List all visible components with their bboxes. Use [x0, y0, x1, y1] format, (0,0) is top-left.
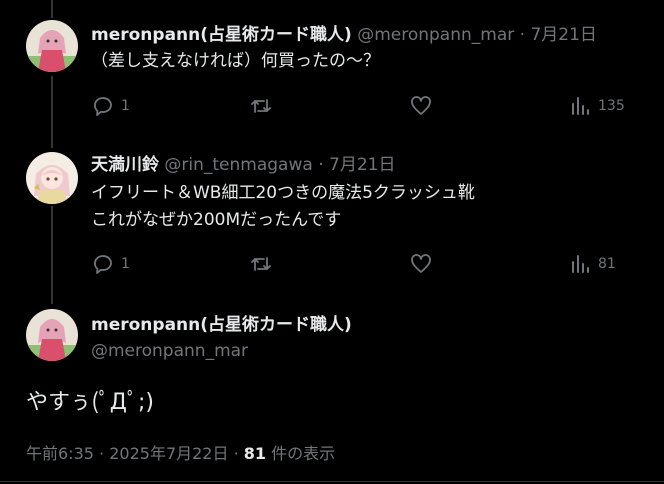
display-name[interactable]: meronpann(占星術カード職人) — [91, 25, 352, 45]
like-button[interactable] — [409, 252, 433, 276]
retweet-button[interactable] — [249, 94, 273, 118]
avatar[interactable] — [26, 309, 78, 361]
retweet-button[interactable] — [249, 252, 273, 276]
views-count: 81 — [243, 444, 267, 463]
views-button[interactable]: 81 — [568, 252, 616, 276]
retweet-icon — [251, 99, 271, 113]
tweet-header: meronpann(占星術カード職人) @meronpann_mar · 7月2… — [91, 24, 597, 46]
avatar[interactable] — [26, 152, 78, 204]
tweet-actions: 1 135 — [91, 94, 631, 118]
reply-icon — [94, 97, 112, 116]
views-button[interactable]: 135 — [568, 94, 625, 118]
user-handle[interactable]: @rin_tenmagawa — [164, 155, 312, 175]
tweet-time[interactable]: 午前6:35 — [26, 444, 94, 463]
views-count: 135 — [598, 98, 625, 114]
views-icon — [572, 255, 589, 273]
thread-line-2 — [51, 206, 53, 304]
views-label: 件の表示 — [271, 444, 336, 463]
separator: · — [318, 155, 324, 175]
thread-line-top — [51, 0, 53, 18]
reply-icon — [94, 255, 112, 274]
tweet-text-line-1: イフリート＆WB細工20つきの魔法5クラッシュ靴 — [91, 183, 475, 203]
reply-count: 1 — [121, 256, 130, 272]
like-icon — [411, 96, 431, 115]
tweet-date[interactable]: 2025年7月22日 — [109, 444, 228, 463]
tweet-text-line-2: これがなぜか200Mだったんです — [91, 210, 342, 230]
tweet-date[interactable]: 7月21日 — [329, 155, 395, 175]
retweet-icon — [251, 257, 271, 271]
divider — [0, 481, 664, 482]
tweet-header: meronpann(占星術カード職人) — [91, 314, 352, 336]
tweet-actions: 1 81 — [91, 252, 631, 276]
thread-line-1 — [51, 76, 53, 148]
reply-button[interactable]: 1 — [91, 252, 130, 276]
views-icon — [572, 97, 589, 115]
separator: · — [99, 444, 105, 463]
views-count: 81 — [598, 256, 616, 272]
separator: · — [519, 25, 526, 45]
like-icon — [411, 254, 431, 273]
reply-count: 1 — [121, 98, 130, 114]
user-handle[interactable]: @meronpann_mar — [91, 341, 248, 361]
like-button[interactable] — [409, 94, 433, 118]
tweet-date[interactable]: 7月21日 — [530, 25, 596, 45]
tweet-timestamp: 午前6:35 · 2025年7月22日 · 81 件の表示 — [26, 440, 335, 464]
tweet-text: やすぅ(ﾟДﾟ;) — [26, 390, 154, 415]
avatar[interactable] — [26, 20, 78, 72]
reply-button[interactable]: 1 — [91, 94, 130, 118]
display-name[interactable]: meronpann(占星術カード職人) — [91, 315, 352, 335]
display-name[interactable]: 天満川鈴 — [91, 155, 159, 175]
tweet-text: （差し支えなければ）何買ったの～？ — [91, 51, 380, 71]
user-handle[interactable]: @meronpann_mar — [357, 25, 514, 45]
tweet-header: 天満川鈴 @rin_tenmagawa · 7月21日 — [91, 154, 395, 176]
separator: · — [233, 444, 239, 463]
